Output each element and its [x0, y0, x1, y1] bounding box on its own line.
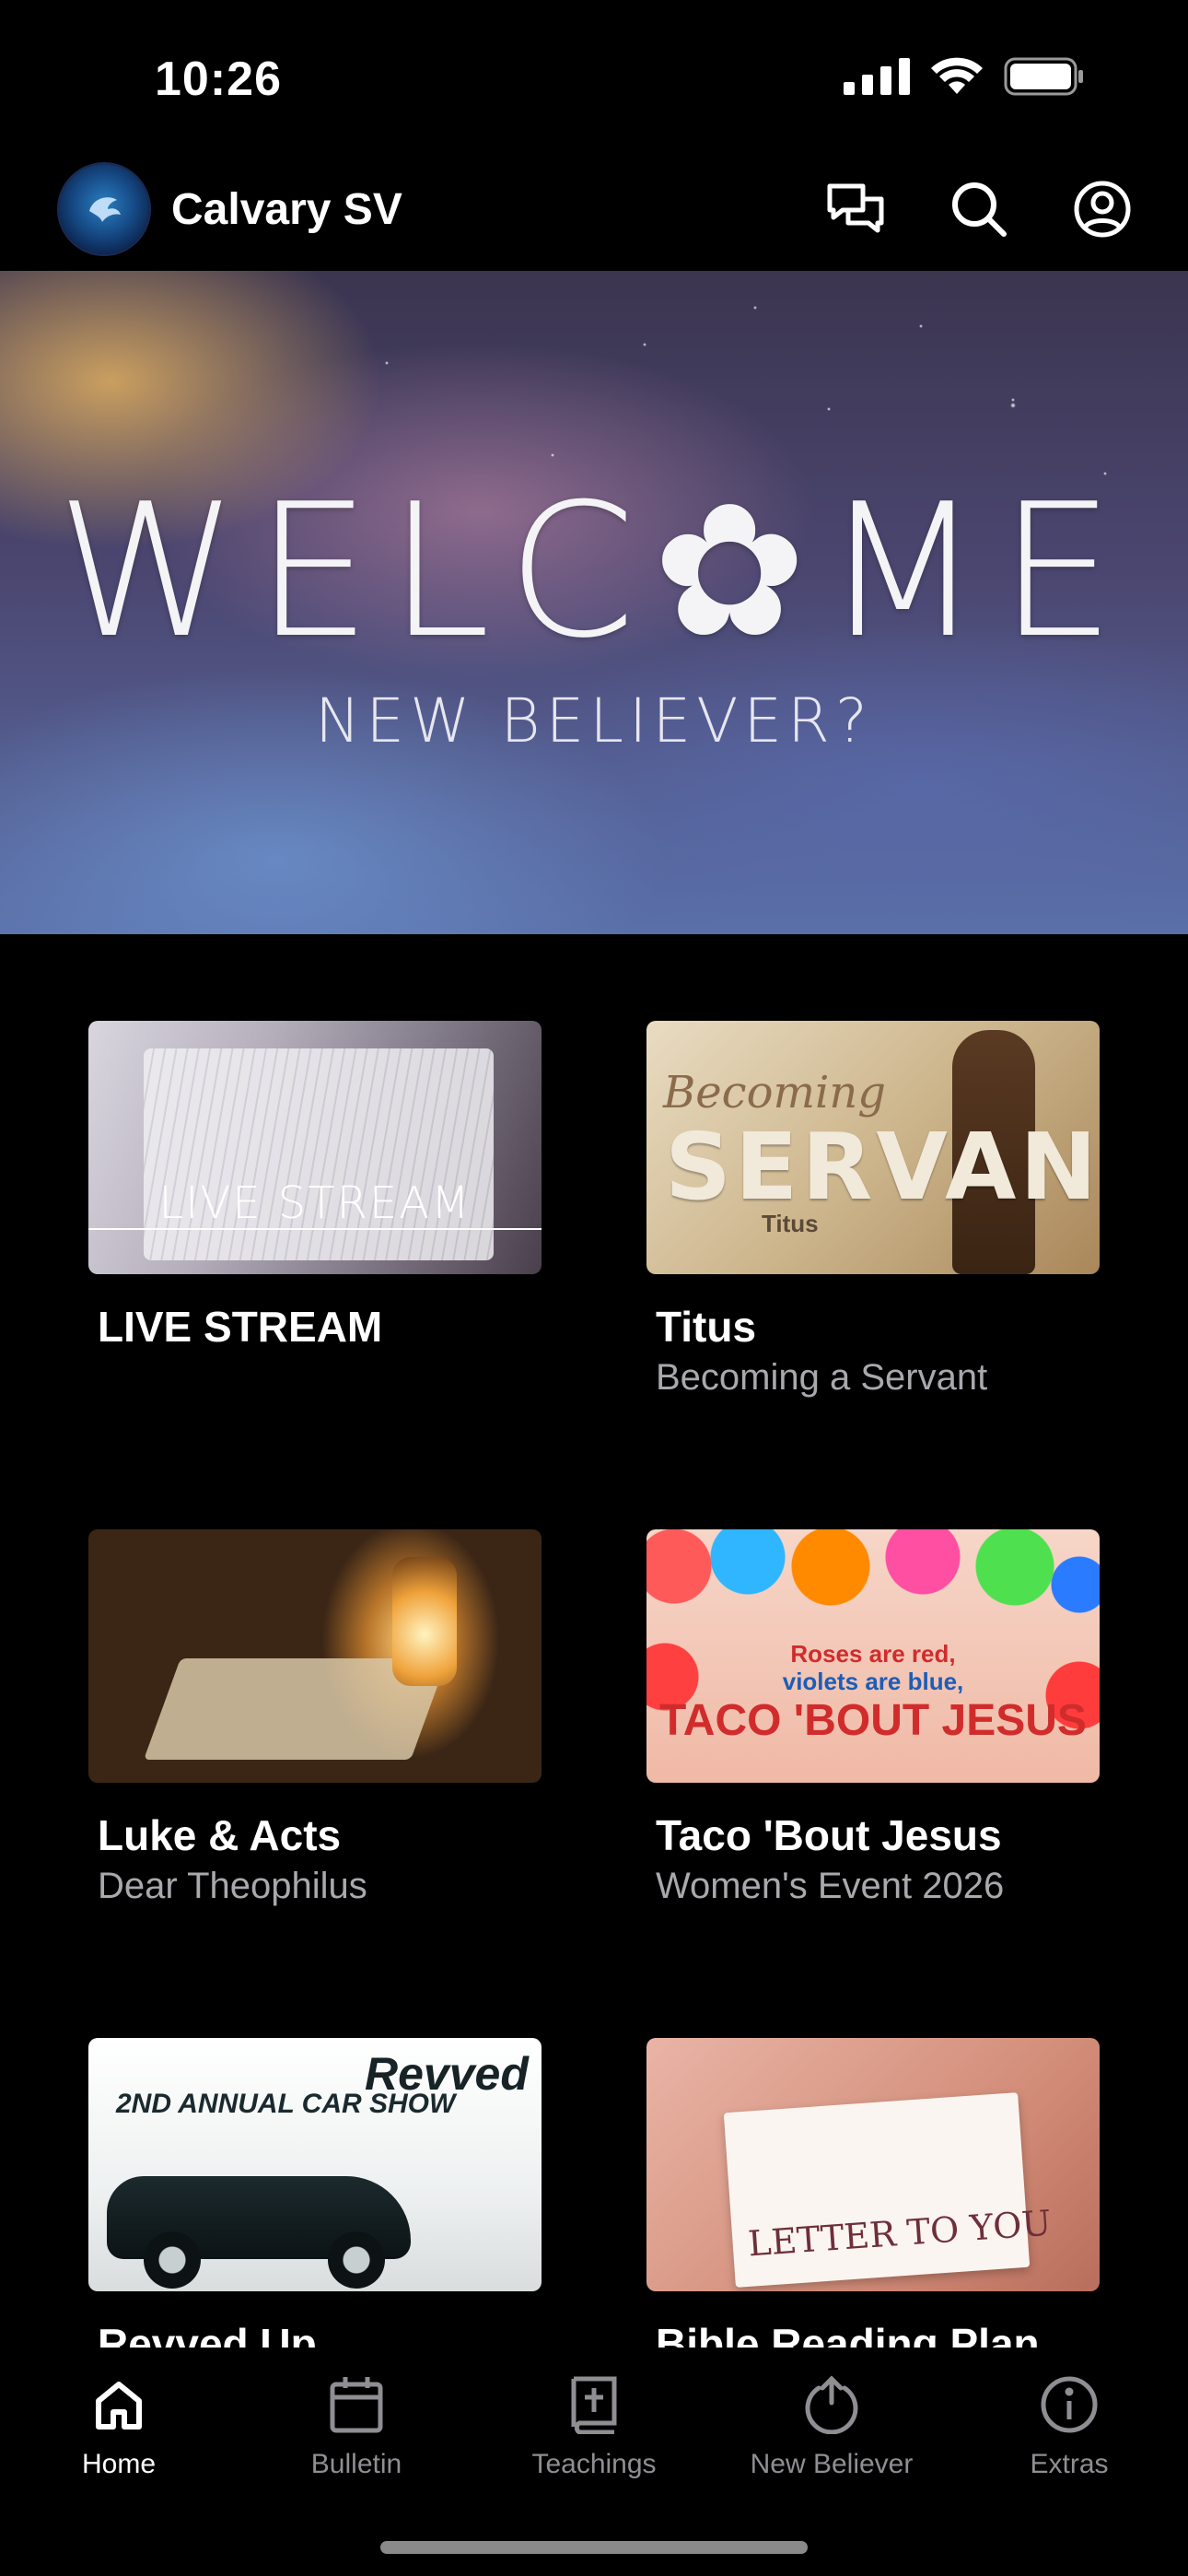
card-subtitle: Women's Event 2026 [656, 1866, 1005, 1906]
wifi-icon [930, 57, 984, 100]
card-titus[interactable]: Becoming SERVANT Titus Titus Becoming a … [646, 1021, 1100, 1399]
home-indicator[interactable] [380, 2541, 808, 2554]
status-bar: 10:26 [0, 0, 1188, 157]
hero-subtitle: NEW BELIEVER? [315, 685, 873, 756]
account-icon[interactable] [1072, 179, 1133, 240]
app-title: Calvary SV [171, 185, 402, 234]
card-title: Bible Reading Plan [656, 2320, 1040, 2348]
tab-new-believer[interactable]: New Believer [713, 2368, 950, 2497]
tab-home[interactable]: Home [0, 2368, 238, 2497]
power-up-icon [713, 2368, 950, 2441]
card-title: Taco 'Bout Jesus [656, 1811, 1002, 1859]
hero-title: WELC✿ME [56, 464, 1132, 679]
header-actions [825, 179, 1133, 240]
tab-teachings[interactable]: Teachings [475, 2368, 713, 2497]
thumbnail-caption: TACO 'BOUT JESUS [659, 1696, 1087, 1745]
tab-label: Bulletin [310, 2449, 402, 2479]
home-icon [0, 2368, 238, 2441]
card-thumbnail: LETTER TO YOU [646, 2038, 1100, 2291]
card-bible-reading-plan[interactable]: LETTER TO YOU Bible Reading Plan [646, 2038, 1100, 2348]
cellular-signal-icon [844, 58, 910, 100]
card-revved-up[interactable]: 2ND ANNUAL CAR SHOW Revved Revved Up [88, 2038, 542, 2348]
card-taco-bout-jesus[interactable]: Roses are red, violets are blue, TACO 'B… [646, 1529, 1100, 1907]
thumbnail-caption: Becoming [663, 1067, 886, 1118]
chat-icon[interactable] [825, 179, 886, 240]
tab-label: Extras [1030, 2449, 1109, 2479]
info-icon [950, 2368, 1188, 2441]
tab-label: Teachings [531, 2449, 657, 2479]
card-thumbnail: 2ND ANNUAL CAR SHOW Revved [88, 2038, 542, 2291]
thumbnail-caption: Titus [762, 1210, 819, 1237]
wheel [144, 2231, 201, 2289]
tab-label: New Believer [750, 2449, 914, 2479]
tab-label: Home [81, 2449, 157, 2479]
card-thumbnail: LIVE STREAM [88, 1021, 542, 1274]
card-subtitle: Dear Theophilus [98, 1866, 367, 1906]
card-luke-acts[interactable]: Luke & Acts Dear Theophilus [88, 1529, 542, 1907]
card-title: Revved Up [98, 2320, 317, 2348]
thumbnail-caption: LIVE STREAM [158, 1177, 472, 1229]
thumbnail-caption: Roses are red, [790, 1640, 956, 1668]
battery-icon [1004, 57, 1085, 100]
divider [88, 1228, 542, 1230]
search-icon[interactable] [949, 179, 1009, 240]
status-icons [844, 57, 1085, 100]
app-header: Calvary SV [0, 157, 1188, 271]
tab-extras[interactable]: Extras [950, 2368, 1188, 2497]
wheel [328, 2231, 385, 2289]
church-logo-icon[interactable] [59, 164, 149, 254]
card-thumbnail [88, 1529, 542, 1783]
bible-icon [475, 2368, 713, 2441]
status-time: 10:26 [155, 53, 282, 106]
card-thumbnail: Roses are red, violets are blue, TACO 'B… [646, 1529, 1100, 1783]
card-subtitle: Becoming a Servant [656, 1357, 988, 1398]
card-title: Titus [656, 1303, 757, 1351]
lantern-image [392, 1557, 457, 1686]
card-title: Luke & Acts [98, 1811, 342, 1859]
card-live-stream[interactable]: LIVE STREAM LIVE STREAM [88, 1021, 542, 1357]
card-thumbnail: Becoming SERVANT Titus [646, 1021, 1100, 1274]
thumbnail-caption: violets are blue, [782, 1668, 964, 1695]
tab-bulletin[interactable]: Bulletin [238, 2368, 475, 2497]
content-grid: LIVE STREAM LIVE STREAM Becoming SERVAN T… [0, 1021, 1188, 2348]
calendar-icon [238, 2368, 475, 2441]
thumbnail-caption: SERVANT [665, 1113, 1100, 1221]
hero-banner[interactable]: WELC✿ME NEW BELIEVER? [0, 271, 1188, 934]
card-title: LIVE STREAM [98, 1303, 383, 1351]
thumbnail-caption: Revved [365, 2048, 529, 2100]
